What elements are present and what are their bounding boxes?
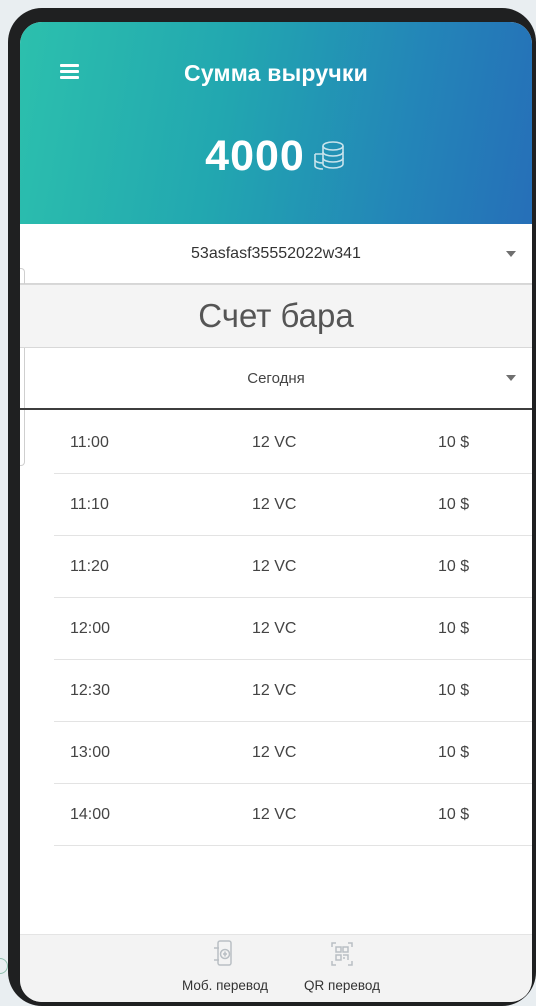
tx-price: 10 $: [438, 433, 470, 451]
mobile-transfer-label: Моб. перевод: [181, 978, 269, 993]
mobile-transfer-button[interactable]: Моб. перевод: [170, 939, 280, 993]
table-row[interactable]: 12:30 12 VC 10 $: [54, 660, 532, 722]
tx-qty: 12 VC: [252, 433, 297, 451]
tx-time: 11:00: [70, 433, 109, 451]
section-heading: Счет бара: [20, 284, 532, 348]
mobile-transfer-icon: [212, 939, 238, 974]
account-select-value: 53asfasf35552022w341: [191, 244, 361, 262]
transaction-list: 11:00 12 VC 10 $ 11:10 12 VC 10 $ 11:20 …: [20, 412, 532, 846]
table-row[interactable]: 12:00 12 VC 10 $: [54, 598, 532, 660]
tx-qty: 12 VC: [252, 743, 297, 761]
tx-time: 14:00: [70, 805, 111, 823]
tx-price: 10 $: [438, 743, 470, 761]
tx-price: 10 $: [438, 681, 470, 699]
tx-qty: 12 VC: [252, 805, 297, 823]
tx-time: 12:30: [70, 681, 111, 699]
section-title: Счет бара: [198, 297, 354, 334]
revenue-header: Сумма выручки 4000: [20, 22, 532, 224]
tx-price: 10 $: [438, 495, 470, 513]
table-row[interactable]: 11:10 12 VC 10 $: [54, 474, 532, 536]
coin-stack-icon: [311, 140, 347, 177]
tx-price: 10 $: [438, 805, 470, 823]
table-row[interactable]: 13:00 12 VC 10 $: [54, 722, 532, 784]
revenue-amount: 4000: [205, 132, 305, 180]
tx-qty: 12 VC: [252, 495, 297, 513]
tx-time: 13:00: [70, 743, 111, 761]
revenue-amount-block: 4000: [20, 132, 532, 181]
bottom-navigation: Моб. перевод QR перевод: [20, 934, 532, 1002]
tx-price: 10 $: [438, 619, 470, 637]
tx-time: 12:00: [70, 619, 111, 637]
chevron-down-icon: [506, 250, 516, 257]
period-select-value: Сегодня: [247, 369, 305, 387]
tx-time: 11:20: [70, 557, 109, 575]
qr-transfer-label: QR перевод: [304, 978, 380, 993]
tx-qty: 12 VC: [252, 557, 297, 575]
page-title: Сумма выручки: [184, 60, 368, 86]
table-row[interactable]: 11:20 12 VC 10 $: [54, 536, 532, 598]
app-screen: Сумма выручки 4000 53asfasf35552022w341 …: [20, 22, 532, 1002]
table-row[interactable]: 11:00 12 VC 10 $: [54, 412, 532, 474]
chevron-down-icon: [506, 375, 516, 381]
account-select[interactable]: 53asfasf35552022w341: [20, 224, 532, 284]
tx-price: 10 $: [438, 557, 470, 575]
qr-transfer-button[interactable]: QR перевод: [292, 939, 392, 993]
qr-code-icon: [329, 939, 355, 974]
tx-time: 11:10: [70, 495, 109, 513]
device-frame: Сумма выручки 4000 53asfasf35552022w341 …: [8, 8, 536, 1006]
tx-qty: 12 VC: [252, 681, 297, 699]
edge-indicator: [0, 958, 8, 974]
period-select[interactable]: Сегодня: [20, 348, 532, 410]
tx-qty: 12 VC: [252, 619, 297, 637]
table-row[interactable]: 14:00 12 VC 10 $: [54, 784, 532, 846]
